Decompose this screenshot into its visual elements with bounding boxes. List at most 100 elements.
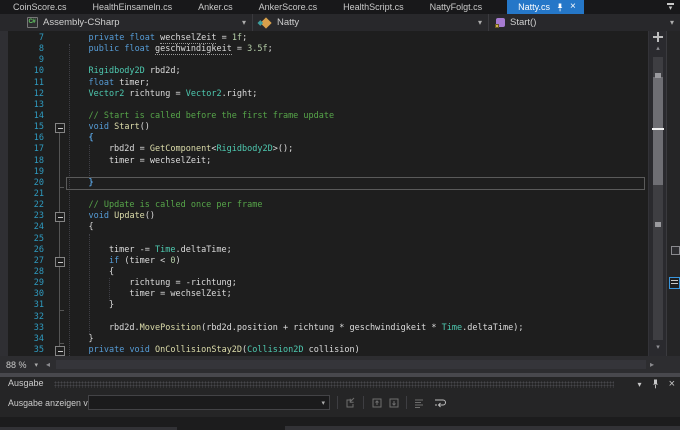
line-number: 10 (33, 66, 44, 77)
goto-source-icon[interactable] (343, 396, 357, 409)
tab-ankerscore-cs[interactable]: AnkerScore.cs (246, 0, 331, 14)
code-text: // Start is called before the first fram… (88, 110, 335, 121)
code-line[interactable]: 18 timer = wechselZeit; (0, 156, 648, 167)
line-number: 35 (33, 344, 44, 355)
code-line[interactable]: 31 } (0, 300, 648, 311)
tab-natty-cs[interactable]: Natty.cs × (507, 0, 584, 14)
line-number: 24 (33, 222, 44, 233)
scrollbar-track[interactable] (652, 57, 664, 340)
type-dropdown[interactable]: Natty ▾ (253, 14, 489, 31)
code-line[interactable]: 32 (0, 312, 648, 323)
type-name: Natty (277, 17, 300, 28)
output-source-combo[interactable]: ▾ (88, 395, 330, 410)
code-line[interactable]: 29 richtung = -richtung; (0, 278, 648, 289)
chevron-down-icon: ▾ (477, 18, 482, 27)
tab-coinscore-cs[interactable]: CoinScore.cs (0, 0, 80, 14)
line-number: 28 (33, 266, 44, 277)
code-editor[interactable]: 7 private float wechselZeit = 1f; 8 publi… (0, 31, 680, 373)
code-line[interactable]: 33 rbd2d.MovePosition(rbd2d.position + r… (0, 323, 648, 334)
next-message-icon[interactable] (387, 396, 401, 409)
window-position-icon[interactable]: ▾ (638, 380, 642, 389)
collapse-toggle[interactable] (55, 212, 65, 223)
code-line[interactable]: 8 public float geschwindigkeit = 3.5f; (0, 44, 648, 56)
code-line[interactable]: 27 if (timer < 0) (0, 256, 648, 267)
tab-label: CoinScore.cs (13, 2, 67, 12)
collapse-toggle[interactable] (55, 345, 65, 356)
scroll-down-arrow[interactable]: ▾ (649, 344, 667, 352)
tab-label: Anker.cs (198, 2, 233, 12)
code-text: if (timer < 0) (108, 255, 181, 266)
code-text: float timer; (88, 77, 150, 88)
code-line[interactable]: 10 Rigidbody2D rbd2d; (0, 66, 648, 77)
tab-label: HealthEinsameln.cs (92, 2, 173, 12)
tab-overflow-button[interactable]: ▾ (667, 0, 674, 14)
code-line[interactable]: 30 timer = wechselZeit; (0, 289, 648, 300)
chevron-down-icon: ▾ (34, 361, 39, 369)
show-output-from-label: Ausgabe anzeigen von: (8, 398, 100, 408)
tab-anker-cs[interactable]: Anker.cs (185, 0, 246, 14)
code-lines: 7 private float wechselZeit = 1f; 8 publi… (0, 33, 648, 356)
tab-healthscript-cs[interactable]: HealthScript.cs (330, 0, 417, 14)
code-line[interactable]: 17 rbd2d = GetComponent<Rigidbody2D>(); (0, 144, 648, 155)
project-dropdown[interactable]: Assembly-CSharp ▾ (0, 14, 253, 31)
split-window-handle[interactable] (653, 32, 663, 42)
toggle-word-wrap-icon[interactable] (432, 396, 446, 409)
csharp-project-icon (27, 17, 38, 28)
code-text: void Start() (88, 122, 150, 133)
code-line[interactable]: 20 } (0, 176, 648, 190)
line-number: 18 (33, 155, 44, 166)
pin-icon[interactable] (556, 3, 564, 12)
code-line[interactable]: 35 private void OnCollisionStay2D(Collis… (0, 345, 648, 356)
code-line[interactable]: 11 float timer; (0, 78, 648, 89)
method-icon (495, 18, 505, 28)
scroll-left-arrow[interactable]: ◂ (46, 356, 50, 373)
line-number: 14 (33, 110, 44, 121)
close-icon[interactable]: × (669, 379, 675, 390)
code-line[interactable]: 21 (0, 189, 648, 200)
annotation-marker-icon[interactable] (671, 246, 680, 255)
close-icon[interactable]: × (570, 2, 576, 12)
line-number: 21 (33, 188, 44, 199)
code-line[interactable]: 26 timer -= Time.deltaTime; (0, 245, 648, 256)
output-content[interactable] (0, 417, 680, 430)
tab-label: HealthScript.cs (343, 2, 404, 12)
tab-healtheinsameln-cs[interactable]: HealthEinsameln.cs (80, 0, 186, 14)
code-text: { (68, 266, 115, 277)
scroll-right-arrow[interactable]: ▸ (650, 356, 654, 373)
collapse-toggle[interactable] (55, 123, 65, 134)
output-title-bar[interactable]: Ausgabe ▾ × (0, 377, 680, 391)
code-line[interactable]: 7 private float wechselZeit = 1f; (0, 33, 648, 44)
previous-message-icon[interactable] (370, 396, 384, 409)
chevron-down-icon: ▾ (668, 5, 673, 12)
scrollbar-thumb[interactable] (653, 77, 663, 185)
scroll-up-arrow[interactable]: ▴ (649, 45, 667, 53)
code-line[interactable]: 34 } (0, 334, 648, 345)
code-line[interactable]: 15 void Start() (0, 122, 648, 134)
collapse-toggle[interactable] (55, 256, 65, 267)
annotation-window-icon[interactable] (669, 277, 680, 289)
code-line[interactable]: 23 void Update() (0, 211, 648, 223)
code-line[interactable]: 12 Vector2 richtung = Vector2.right; (0, 89, 648, 100)
toolbar-separator (337, 396, 338, 409)
tab-nattyfolgt-cs[interactable]: NattyFolgt.cs (417, 0, 496, 14)
line-number: 15 (33, 122, 44, 133)
code-line[interactable]: 13 (0, 100, 648, 111)
vertical-scrollbar[interactable]: ▴ ▾ (648, 31, 667, 356)
pin-icon[interactable] (651, 379, 660, 389)
code-line[interactable]: 16 { (0, 133, 648, 144)
code-text: rbd2d.MovePosition(rbd2d.position + rich… (68, 322, 524, 333)
member-dropdown[interactable]: Start() ▾ (489, 14, 680, 31)
current-line-highlight (66, 176, 645, 190)
editor-right-margin (666, 31, 680, 373)
clear-all-icon[interactable] (412, 396, 426, 409)
code-line[interactable]: 24 { (0, 222, 648, 233)
code-line[interactable]: 14 // Start is called before the first f… (0, 111, 648, 122)
line-number: 33 (33, 322, 44, 333)
code-text: private float wechselZeit = 1f; (88, 33, 248, 44)
zoom-control[interactable]: 88 % ▾ (2, 356, 42, 373)
code-line[interactable]: 25 (0, 234, 648, 245)
code-line[interactable]: 28 { (0, 267, 648, 278)
horizontal-scrollbar[interactable] (56, 360, 646, 369)
code-line[interactable]: 22 // Update is called once per frame (0, 200, 648, 211)
code-line[interactable]: 9 (0, 55, 648, 66)
